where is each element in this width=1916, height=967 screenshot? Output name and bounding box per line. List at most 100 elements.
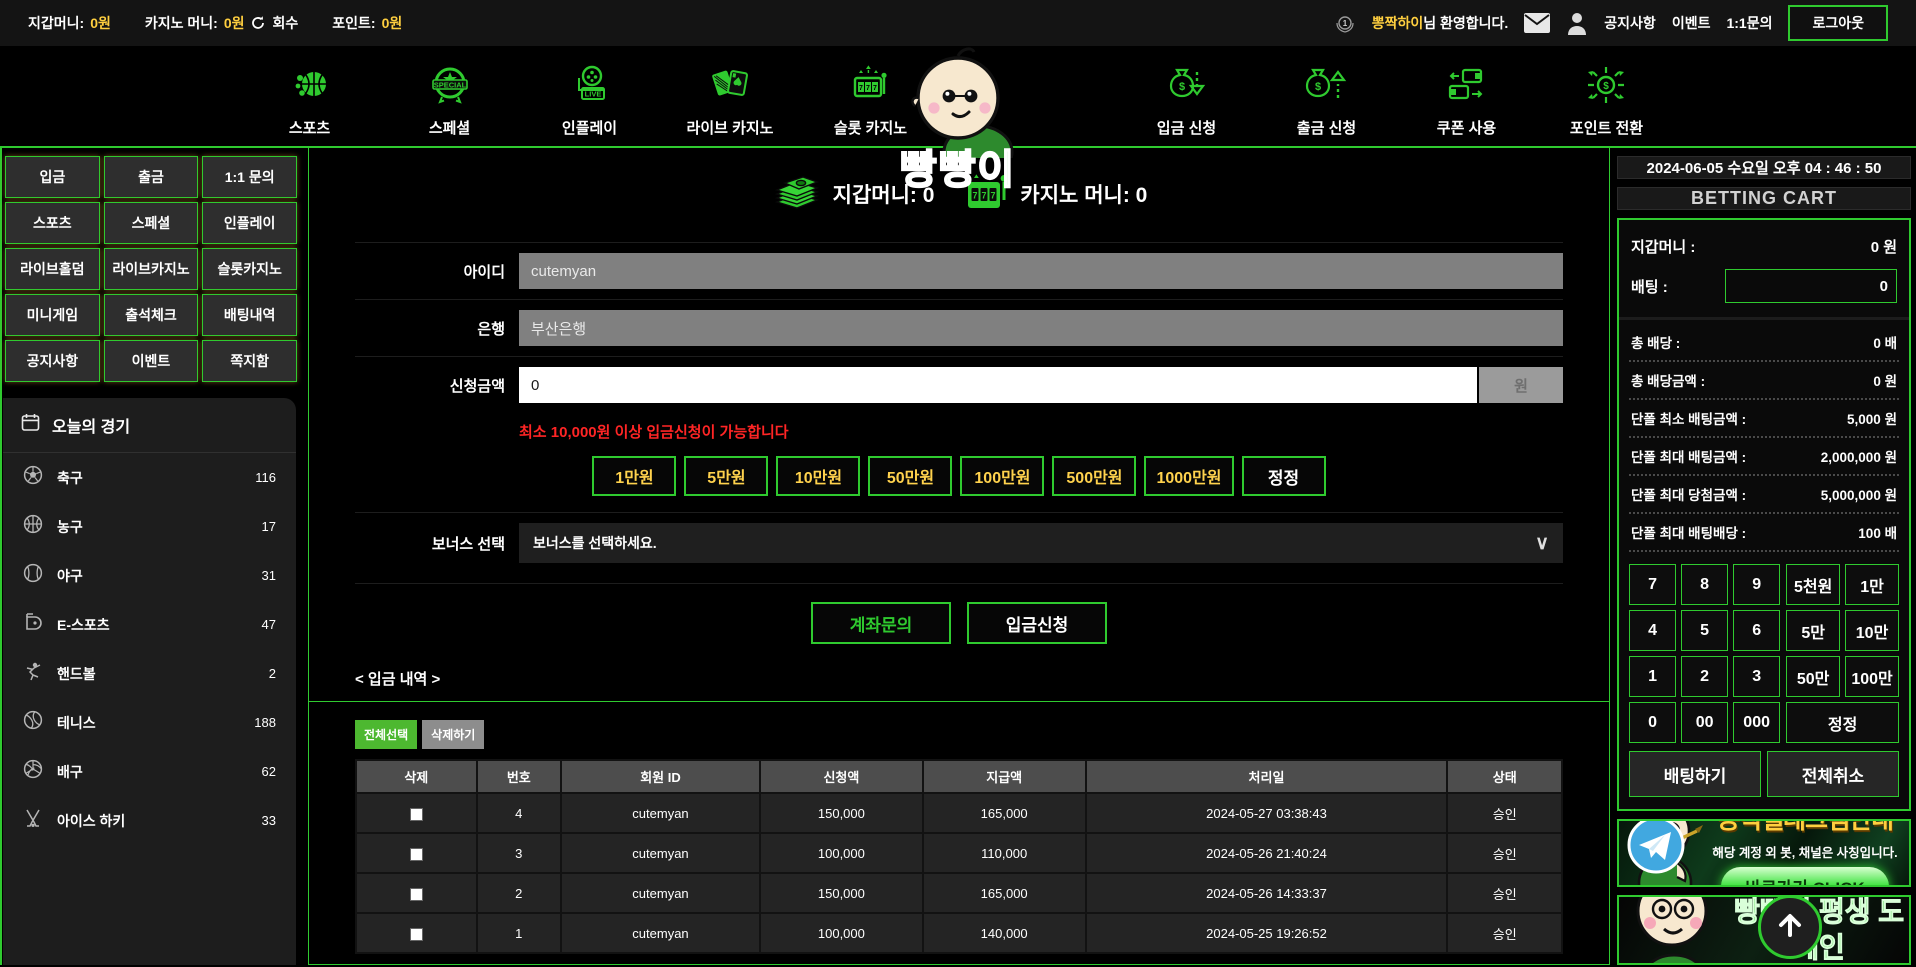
amount-button-500k[interactable]: 50만원 <box>868 456 952 496</box>
numpad-key-000[interactable]: 000 <box>1733 702 1780 743</box>
sidebar-item-inplay[interactable]: 인플레이 <box>202 202 297 244</box>
amount-button-5m[interactable]: 500만원 <box>1052 456 1136 496</box>
amount-button-50k[interactable]: 5만원 <box>684 456 768 496</box>
nav-label: 스페셜 <box>429 117 470 138</box>
link-event[interactable]: 이벤트 <box>1672 13 1711 33</box>
bank-field[interactable] <box>519 310 1563 346</box>
numpad-key-8[interactable]: 8 <box>1681 564 1728 605</box>
sport-item-esports[interactable]: E-스포츠 47 <box>3 600 296 649</box>
cell-status: 승인 <box>1447 873 1562 913</box>
user-icon[interactable] <box>1566 11 1588 35</box>
nav-item-coupon[interactable]: 쿠폰 사용 <box>1423 64 1509 138</box>
sidebar-item-inquiry[interactable]: 1:1 문의 <box>202 156 297 198</box>
sidebar-item-minigame[interactable]: 미니게임 <box>5 294 100 336</box>
quick-key-100000[interactable]: 10만 <box>1845 610 1899 651</box>
site-logo[interactable]: 빵빵이 <box>883 46 1033 195</box>
sidebar-item-live-holdem[interactable]: 라이브홀덤 <box>5 248 100 290</box>
bonus-select[interactable]: 보너스를 선택하세요. ∨ <box>519 523 1563 563</box>
logout-button[interactable]: 로그아웃 <box>1788 5 1888 41</box>
amount-clear-button[interactable]: 정정 <box>1242 456 1326 496</box>
nav-item-inplay[interactable]: LIVE 인플레이 <box>547 64 633 138</box>
nav-left-group: 스포츠 SPECIAL 스페셜 LIVE 인플레이 라이브 카지노 777 슬롯… <box>267 64 914 138</box>
numpad-key-6[interactable]: 6 <box>1733 610 1780 651</box>
account-inquiry-button[interactable]: 계좌문의 <box>811 602 951 644</box>
link-notice[interactable]: 공지사항 <box>1604 13 1656 33</box>
sidebar-item-attendance[interactable]: 출석체크 <box>104 294 199 336</box>
sport-item-baseball[interactable]: 야구 31 <box>3 551 296 600</box>
sidebar-item-bet-history[interactable]: 배팅내역 <box>202 294 297 336</box>
sidebar-item-special[interactable]: 스페셜 <box>104 202 199 244</box>
quick-key-500000[interactable]: 50만 <box>1786 656 1840 697</box>
amount-button-100k[interactable]: 10만원 <box>776 456 860 496</box>
nav-label: 출금 신청 <box>1297 117 1356 138</box>
cell-member: cutemyan <box>561 833 760 873</box>
quick-key-5000[interactable]: 5천원 <box>1786 564 1840 605</box>
telegram-cta-button[interactable]: 바로가기 CLICK <box>1721 867 1888 887</box>
telegram-banner[interactable]: ? 공식텔레그램안내 해당 계정 외 봇, 채널은 사칭입니다. 바로가기 CL… <box>1617 819 1911 887</box>
place-bet-button[interactable]: 배팅하기 <box>1629 751 1761 797</box>
link-inquiry[interactable]: 1:1문의 <box>1726 13 1772 33</box>
col-delete: 삭제 <box>356 760 477 793</box>
refresh-label[interactable]: 회수 <box>272 13 298 33</box>
sport-item-soccer[interactable]: 축구 116 <box>3 453 296 502</box>
quick-key-10000[interactable]: 1만 <box>1845 564 1899 605</box>
deposit-submit-button[interactable]: 입금신청 <box>967 602 1107 644</box>
numpad-key-4[interactable]: 4 <box>1629 610 1676 651</box>
amount-field[interactable] <box>519 367 1477 403</box>
sport-item-ice-hockey[interactable]: 아이스 하키 33 <box>3 796 296 845</box>
sports-icon <box>289 64 331 111</box>
nav-item-special[interactable]: SPECIAL 스페셜 <box>407 64 493 138</box>
row-checkbox[interactable] <box>410 888 423 901</box>
id-field[interactable] <box>519 253 1563 289</box>
cell-paid: 140,000 <box>923 913 1086 953</box>
bet-amount-input[interactable] <box>1725 269 1897 303</box>
row-checkbox[interactable] <box>410 808 423 821</box>
numpad-key-7[interactable]: 7 <box>1629 564 1676 605</box>
stat-value: 5,000 원 <box>1847 408 1897 428</box>
numpad-key-1[interactable]: 1 <box>1629 656 1676 697</box>
inplay-icon: LIVE <box>569 64 611 111</box>
numpad-key-3[interactable]: 3 <box>1733 656 1780 697</box>
numpad-key-2[interactable]: 2 <box>1681 656 1728 697</box>
nav-item-live-casino[interactable]: 라이브 카지노 <box>687 64 774 138</box>
sidebar-item-live-casino[interactable]: 라이브카지노 <box>104 248 199 290</box>
sport-item-tennis[interactable]: 테니스 188 <box>3 698 296 747</box>
nav-item-deposit[interactable]: $ 입금 신청 <box>1143 64 1229 138</box>
sidebar-item-deposit[interactable]: 입금 <box>5 156 100 198</box>
sidebar-item-sports[interactable]: 스포츠 <box>5 202 100 244</box>
stat-label: 단폴 최대 당첨금액 : <box>1631 484 1746 504</box>
refresh-icon[interactable] <box>250 15 266 31</box>
numpad-key-0[interactable]: 0 <box>1629 702 1676 743</box>
delete-button[interactable]: 삭제하기 <box>422 720 484 749</box>
svg-text:7: 7 <box>860 85 864 92</box>
quick-key-50000[interactable]: 5만 <box>1786 610 1840 651</box>
sport-name: 배구 <box>57 762 83 782</box>
cancel-all-button[interactable]: 전체취소 <box>1767 751 1899 797</box>
quick-key-1000000[interactable]: 100만 <box>1845 656 1899 697</box>
nav-item-withdraw[interactable]: $ 출금 신청 <box>1283 64 1369 138</box>
row-checkbox[interactable] <box>410 928 423 941</box>
mail-icon[interactable] <box>1524 13 1550 33</box>
amount-button-1m[interactable]: 100만원 <box>960 456 1044 496</box>
sidebar-item-event[interactable]: 이벤트 <box>104 340 199 382</box>
sidebar-item-notice[interactable]: 공지사항 <box>5 340 100 382</box>
scroll-top-button[interactable] <box>1758 895 1822 959</box>
special-icon: SPECIAL <box>429 64 471 111</box>
numpad-key-00[interactable]: 00 <box>1681 702 1728 743</box>
row-checkbox[interactable] <box>410 848 423 861</box>
numpad-clear-button[interactable]: 정정 <box>1786 702 1899 743</box>
sport-item-handball[interactable]: 핸드볼 2 <box>3 649 296 698</box>
sidebar-item-withdraw[interactable]: 출금 <box>104 156 199 198</box>
select-all-button[interactable]: 전체선택 <box>355 720 417 749</box>
numpad-key-5[interactable]: 5 <box>1681 610 1728 651</box>
amount-button-10k[interactable]: 1만원 <box>592 456 676 496</box>
sport-item-volleyball[interactable]: 배구 62 <box>3 747 296 796</box>
telegram-icon <box>1627 819 1685 879</box>
numpad-key-9[interactable]: 9 <box>1733 564 1780 605</box>
sport-item-basketball[interactable]: 농구 17 <box>3 502 296 551</box>
amount-button-10m[interactable]: 1000만원 <box>1144 456 1233 496</box>
nav-item-point[interactable]: $ 포인트 전환 <box>1563 64 1649 138</box>
sidebar-item-slot-casino[interactable]: 슬롯카지노 <box>202 248 297 290</box>
sidebar-item-message[interactable]: 쪽지함 <box>202 340 297 382</box>
nav-item-sports[interactable]: 스포츠 <box>267 64 353 138</box>
